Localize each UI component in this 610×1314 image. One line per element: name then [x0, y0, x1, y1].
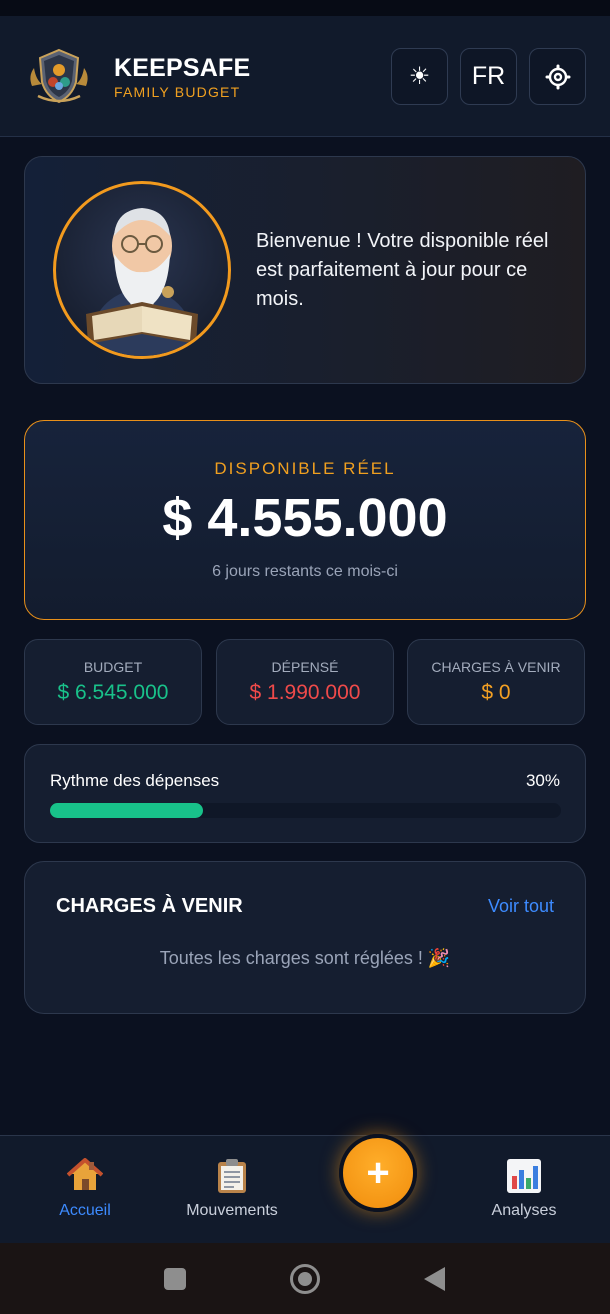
stat-label: BUDGET — [83, 659, 143, 675]
see-all-link[interactable]: Voir tout — [488, 896, 554, 917]
language-label: FR — [471, 62, 506, 90]
nav-label: Mouvements — [186, 1202, 278, 1219]
plus-icon: + — [366, 1150, 390, 1195]
stat-label: DÉPENSÉ — [271, 659, 339, 675]
system-navigation-bar — [0, 1243, 610, 1314]
gear-icon — [545, 64, 570, 89]
settings-button[interactable] — [529, 48, 586, 105]
available-label: DISPONIBLE RÉEL — [214, 459, 396, 478]
stat-value: $ 1.990.000 — [249, 681, 361, 704]
shield-logo-icon — [30, 48, 88, 104]
welcome-card: Bienvenue ! Votre disponible réel est pa… — [24, 156, 586, 384]
budget-stat-card: BUDGET $ 6.545.000 — [24, 639, 202, 725]
bottom-navigation: Accueil Mouvements Analyses — [0, 1135, 610, 1243]
stat-value: $ 0 — [481, 681, 511, 704]
days-remaining: 6 jours restants ce mois-ci — [212, 563, 398, 580]
bar-chart-icon — [507, 1159, 541, 1193]
rhythm-label: Rythme des dépenses — [50, 771, 220, 790]
stat-label: CHARGES À VENIR — [431, 659, 561, 675]
nav-item-home[interactable]: Accueil — [25, 1136, 145, 1244]
add-transaction-button[interactable]: + — [339, 1134, 417, 1212]
upcoming-charges-card: CHARGES À VENIR Voir tout Toutes les cha… — [24, 861, 586, 1014]
old-man-reading-book-illustration — [86, 208, 198, 356]
theme-toggle-button[interactable]: ☀ — [391, 48, 448, 105]
home-circle-icon[interactable] — [290, 1264, 320, 1294]
recent-apps-icon[interactable] — [164, 1268, 186, 1290]
spending-rhythm-card: Rythme des dépenses 30% — [24, 744, 586, 843]
charges-empty-message: Toutes les charges sont réglées ! 🎉 — [159, 948, 451, 968]
nav-item-movements[interactable]: Mouvements — [166, 1136, 298, 1244]
nav-label: Analyses — [491, 1202, 557, 1219]
clipboard-icon — [218, 1159, 246, 1193]
mascot-avatar — [53, 181, 231, 359]
welcome-message: Bienvenue ! Votre disponible réel est pa… — [256, 230, 549, 310]
upcoming-charges-stat-card: CHARGES À VENIR $ 0 — [407, 639, 585, 725]
rhythm-percent: 30% — [525, 771, 560, 790]
brand-title: KEEPSAFE — [114, 54, 251, 82]
nav-item-analyses[interactable]: Analyses — [464, 1136, 584, 1244]
language-button[interactable]: FR — [460, 48, 517, 105]
available-amount: $ 4.555.000 — [162, 488, 448, 548]
spent-stat-card: DÉPENSÉ $ 1.990.000 — [216, 639, 394, 725]
sun-icon: ☀ — [408, 63, 431, 90]
available-balance-card: DISPONIBLE RÉEL $ 4.555.000 6 jours rest… — [24, 420, 586, 620]
status-bar — [0, 0, 610, 16]
stat-value: $ 6.545.000 — [57, 681, 169, 704]
house-icon — [67, 1158, 103, 1190]
progress-track — [50, 803, 561, 818]
charges-title: CHARGES À VENIR — [56, 895, 243, 917]
brand-subtitle: FAMILY BUDGET — [114, 84, 241, 100]
app-header: KEEPSAFE FAMILY BUDGET ☀ FR — [0, 16, 610, 137]
nav-label: Accueil — [59, 1202, 111, 1219]
progress-fill — [50, 803, 204, 818]
back-triangle-icon[interactable] — [424, 1267, 445, 1291]
